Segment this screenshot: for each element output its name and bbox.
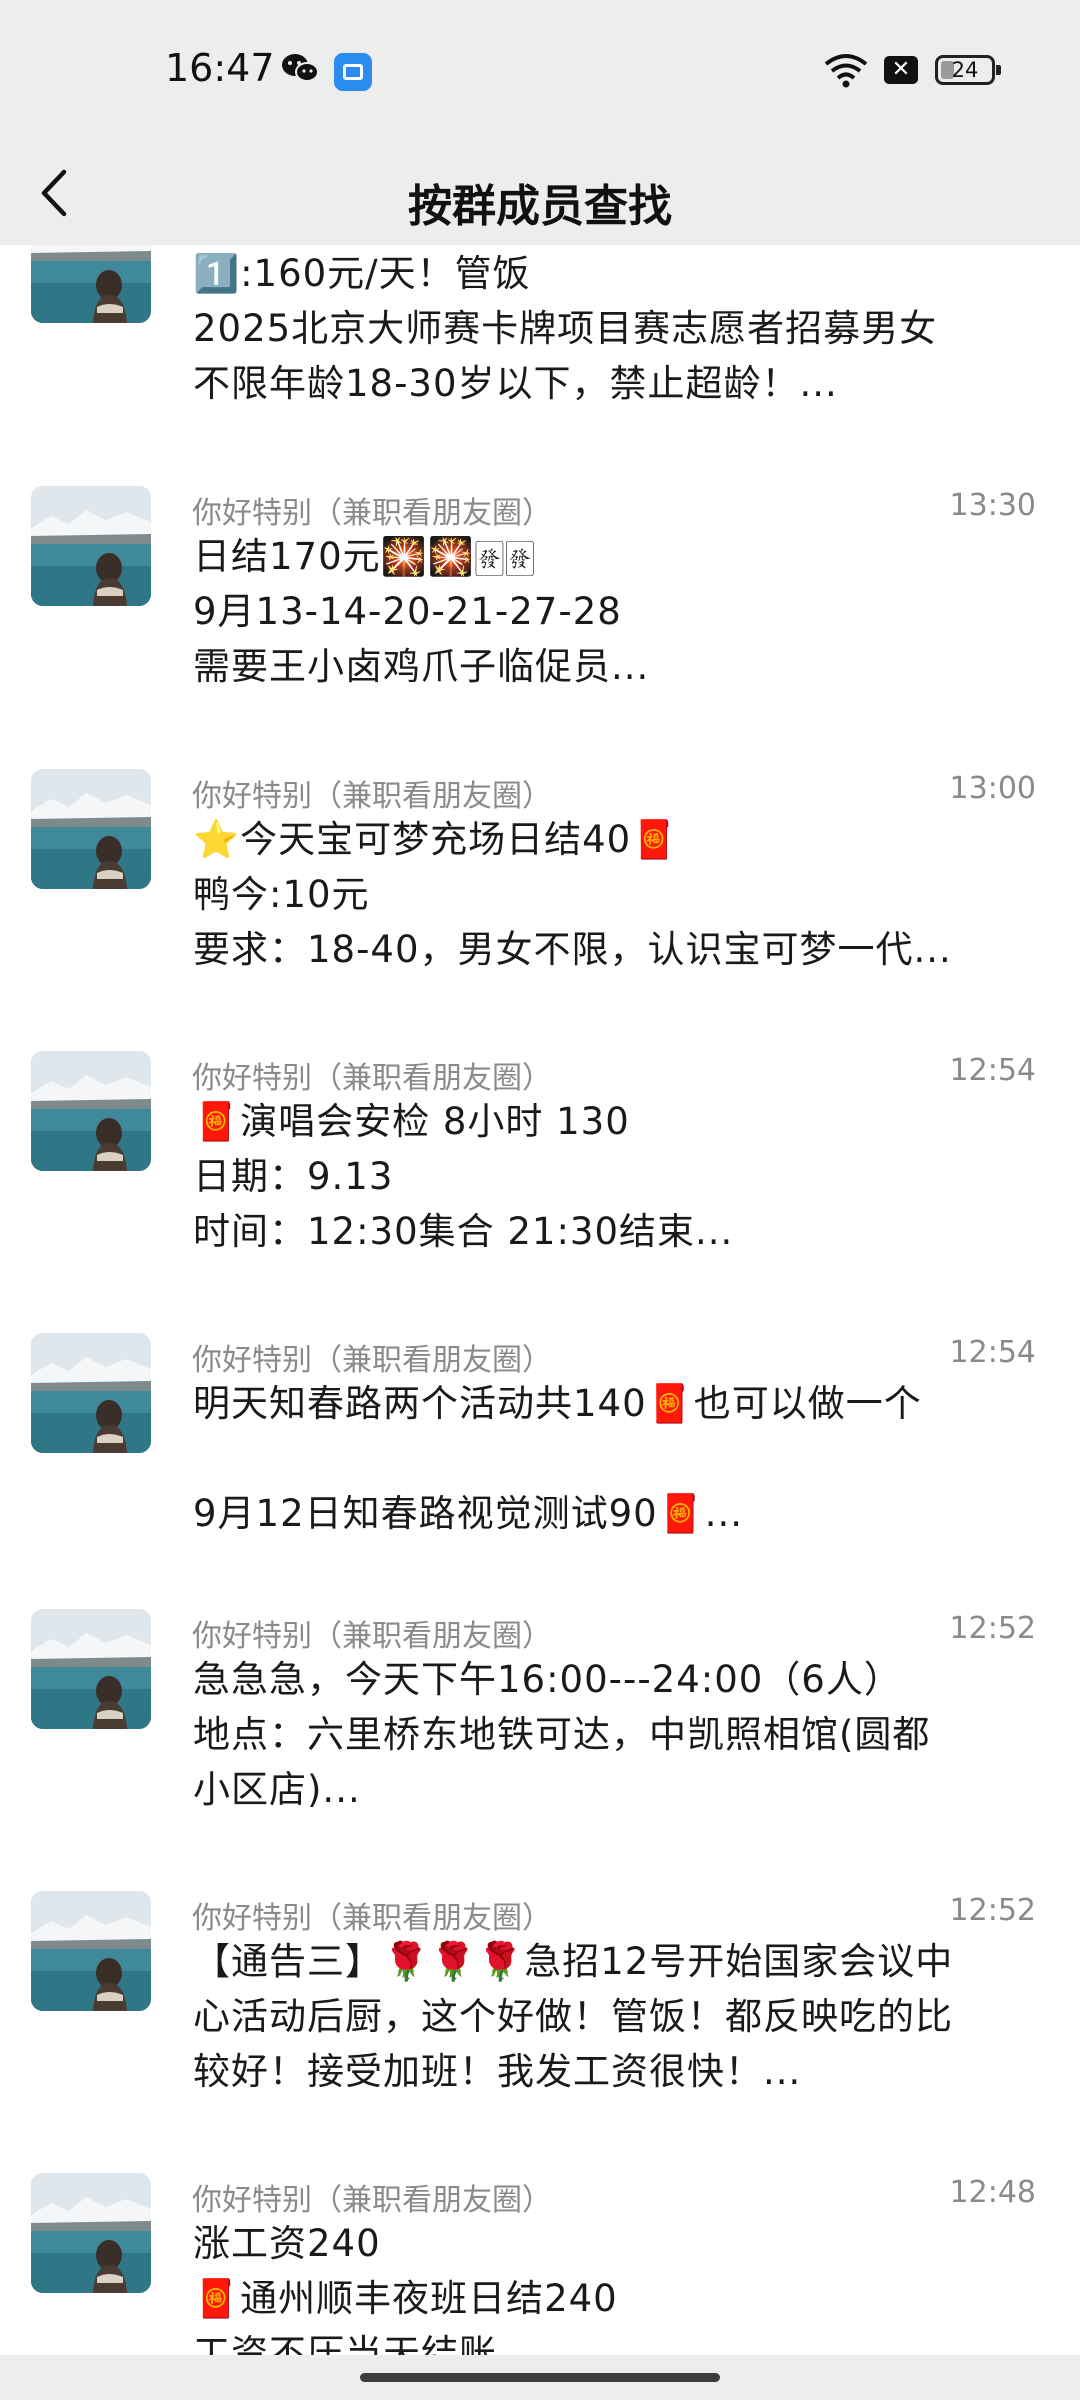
message-text-line: 要求：18-40，男女不限，认识宝可梦一代... <box>193 928 952 971</box>
message-time: 12:52 <box>949 1893 1036 1928</box>
home-indicator[interactable] <box>360 2373 720 2382</box>
message-text-line: 涨工资240 <box>193 2222 381 2265</box>
message-time: 12:52 <box>949 1611 1036 1646</box>
message-time: 12:54 <box>949 1053 1036 1088</box>
message-time: 13:30 <box>949 488 1036 523</box>
battery-level: 24 <box>951 58 979 82</box>
message-text-line: 9月13-14-20-21-27-28 <box>193 590 622 633</box>
message-text-line: 🧧演唱会安检 8小时 130 <box>193 1100 630 1143</box>
battery-icon: 24 <box>935 55 1001 85</box>
message-list[interactable]: 你好特别（兼职看朋友圈） 13:321️⃣:160元/天！管饭2025北京大师赛… <box>0 245 1080 2355</box>
avatar[interactable] <box>31 245 151 323</box>
message-text-line: 小区店)... <box>193 1768 361 1811</box>
message-text-line: 【通告三】🌹🌹🌹急招12号开始国家会议中 <box>193 1940 954 1983</box>
message-text-line: 急急急，今天下午16:00---24:00（6人） <box>193 1658 902 1701</box>
message-text-line: 2025北京大师赛卡牌项目赛志愿者招募男女 <box>193 307 938 350</box>
message-text-line: 心活动后厨，这个好做！管饭！都反映吃的比 <box>193 1995 953 2038</box>
message-text-line: 🧧通州顺丰夜班日结240 <box>193 2277 618 2320</box>
title-bar: 按群成员查找 <box>0 140 1080 245</box>
wifi-icon <box>824 54 868 88</box>
avatar[interactable] <box>31 769 151 889</box>
message-time: 12:48 <box>949 2175 1036 2210</box>
navigation-bar <box>0 2355 1080 2400</box>
message-time: 12:54 <box>949 1335 1036 1370</box>
message-text-line: 较好！接受加班！我发工资很快！... <box>193 2050 802 2093</box>
message-text-line: 9月12日知春路视觉测试90🧧... <box>193 1492 744 1535</box>
message-text-line: 地点：六里桥东地铁可达，中凯照相馆(圆都 <box>193 1713 931 1756</box>
avatar[interactable] <box>31 1051 151 1171</box>
message-text-line: 工资不压当天结账 <box>193 2332 497 2355</box>
message-text-line: 日期：9.13 <box>193 1155 394 1198</box>
page-title: 按群成员查找 <box>408 181 672 232</box>
message-text-line: 鸭今:10元 <box>193 873 370 916</box>
message-time: 13:00 <box>949 771 1036 806</box>
avatar[interactable] <box>31 486 151 606</box>
app-notification-icon <box>334 53 372 91</box>
message-text-line: 日结170元🎇🎇🀅🀅 <box>193 535 536 578</box>
message-text-line: ⭐今天宝可梦充场日结40🧧 <box>193 818 679 861</box>
message-text-line: 明天知春路两个活动共140🧧也可以做一个 <box>193 1382 922 1425</box>
avatar[interactable] <box>31 2173 151 2293</box>
status-bar: 16:47 ✕ 24 <box>0 0 1080 140</box>
avatar[interactable] <box>31 1333 151 1453</box>
status-time: 16:47 <box>165 46 275 90</box>
no-sim-icon: ✕ <box>884 56 918 84</box>
message-text-line: 1️⃣:160元/天！管饭 <box>193 252 531 295</box>
avatar[interactable] <box>31 1609 151 1729</box>
message-text-line: 需要王小卤鸡爪子临促员... <box>193 645 650 688</box>
wechat-icon <box>282 54 319 82</box>
message-text-line: 时间：12:30集合 21:30结束... <box>193 1210 734 1253</box>
avatar[interactable] <box>31 1891 151 2011</box>
message-text-line: 不限年龄18-30岁以下，禁止超龄！... <box>193 362 838 405</box>
